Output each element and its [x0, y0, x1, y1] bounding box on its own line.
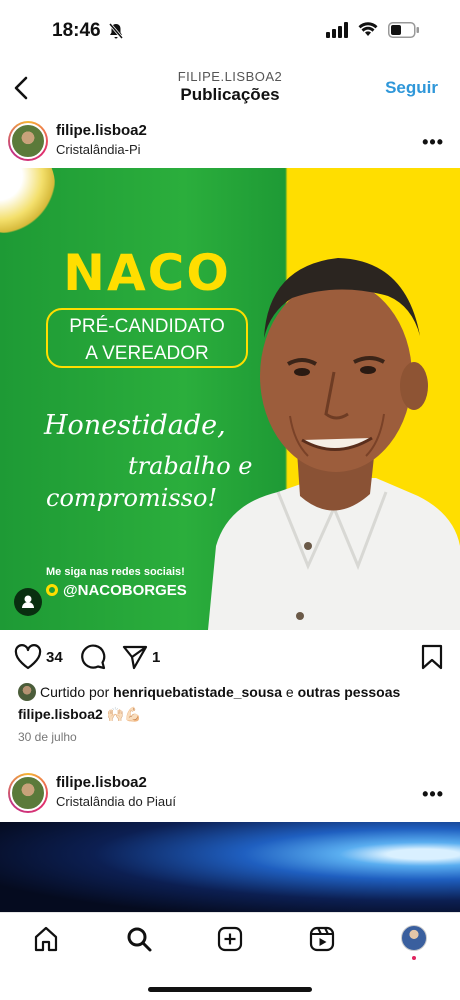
post-author-avatar-2[interactable] — [8, 773, 48, 813]
caption-emoji: 🙌🏻💪🏻 — [106, 706, 142, 722]
post-header: filipe.lisboa2 Cristalândia-Pi ••• — [0, 118, 460, 166]
post-image[interactable]: NACO PRÉ-CANDIDATO A VEREADOR Honestidad… — [0, 168, 460, 630]
liked-by-prefix: Curtido por — [40, 684, 110, 700]
post-location[interactable]: Cristalândia-Pi — [56, 142, 141, 157]
image-follow-text: Me siga nas redes sociais! — [46, 566, 185, 578]
likes-count[interactable]: 34 — [46, 649, 63, 666]
create-post-icon[interactable] — [216, 925, 244, 953]
post-image-2[interactable] — [0, 822, 460, 914]
top-header: FILIPE.LISBOA2 Publicações Seguir — [0, 60, 460, 115]
home-indicator — [148, 987, 312, 992]
share-send-icon[interactable] — [122, 644, 148, 670]
silent-bell-icon — [108, 23, 124, 39]
image-handle: @NACOBORGES — [46, 582, 187, 599]
tagged-user-icon[interactable] — [14, 588, 42, 616]
post-author-avatar[interactable] — [8, 121, 48, 161]
liker-avatar — [18, 683, 36, 701]
liked-by-user[interactable]: henriquebatistade_sousa — [113, 684, 282, 700]
comment-icon[interactable] — [80, 644, 106, 670]
search-icon[interactable] — [125, 925, 153, 953]
status-bar: 18:46 — [0, 0, 460, 60]
bookmark-icon[interactable] — [420, 644, 444, 670]
wifi-icon — [358, 22, 378, 36]
caption-username[interactable]: filipe.lisboa2 — [18, 706, 103, 722]
post-author-username[interactable]: filipe.lisboa2 — [56, 122, 147, 139]
post-actions-bar: 34 1 — [0, 640, 460, 674]
home-icon[interactable] — [32, 925, 60, 953]
image-slogan-line1: Honestidade, — [44, 410, 226, 441]
signal-icon — [326, 22, 348, 38]
follow-button[interactable]: Seguir — [385, 78, 438, 98]
shares-count[interactable]: 1 — [152, 649, 160, 666]
more-options-icon-2[interactable]: ••• — [422, 784, 444, 805]
post-header-2: filipe.lisboa2 Cristalândia do Piauí ••• — [0, 770, 460, 818]
liked-by-and: e — [285, 684, 294, 700]
candidate-photo — [208, 258, 460, 630]
like-heart-icon[interactable] — [14, 644, 42, 670]
more-options-icon[interactable]: ••• — [422, 132, 444, 153]
liked-by-others[interactable]: outras pessoas — [298, 684, 401, 700]
battery-icon — [388, 22, 419, 38]
status-time: 18:46 — [52, 20, 101, 41]
reels-icon[interactable] — [308, 925, 336, 953]
instagram-icon — [46, 584, 58, 596]
profile-avatar[interactable] — [401, 925, 427, 951]
post-date: 30 de julho — [18, 730, 77, 744]
post-caption: filipe.lisboa2 🙌🏻💪🏻 — [18, 706, 142, 723]
image-handle-text: @NACOBORGES — [63, 582, 187, 599]
notification-dot — [412, 956, 416, 960]
post-author-username-2[interactable]: filipe.lisboa2 — [56, 774, 147, 791]
bottom-nav — [0, 912, 460, 1000]
post-location-2[interactable]: Cristalândia do Piauí — [56, 794, 176, 809]
image-slogan-line3: compromisso! — [46, 484, 218, 512]
decorative-shape — [0, 168, 55, 233]
liked-by-line[interactable]: Curtido por henriquebatistade_sousa e ou… — [18, 683, 448, 701]
